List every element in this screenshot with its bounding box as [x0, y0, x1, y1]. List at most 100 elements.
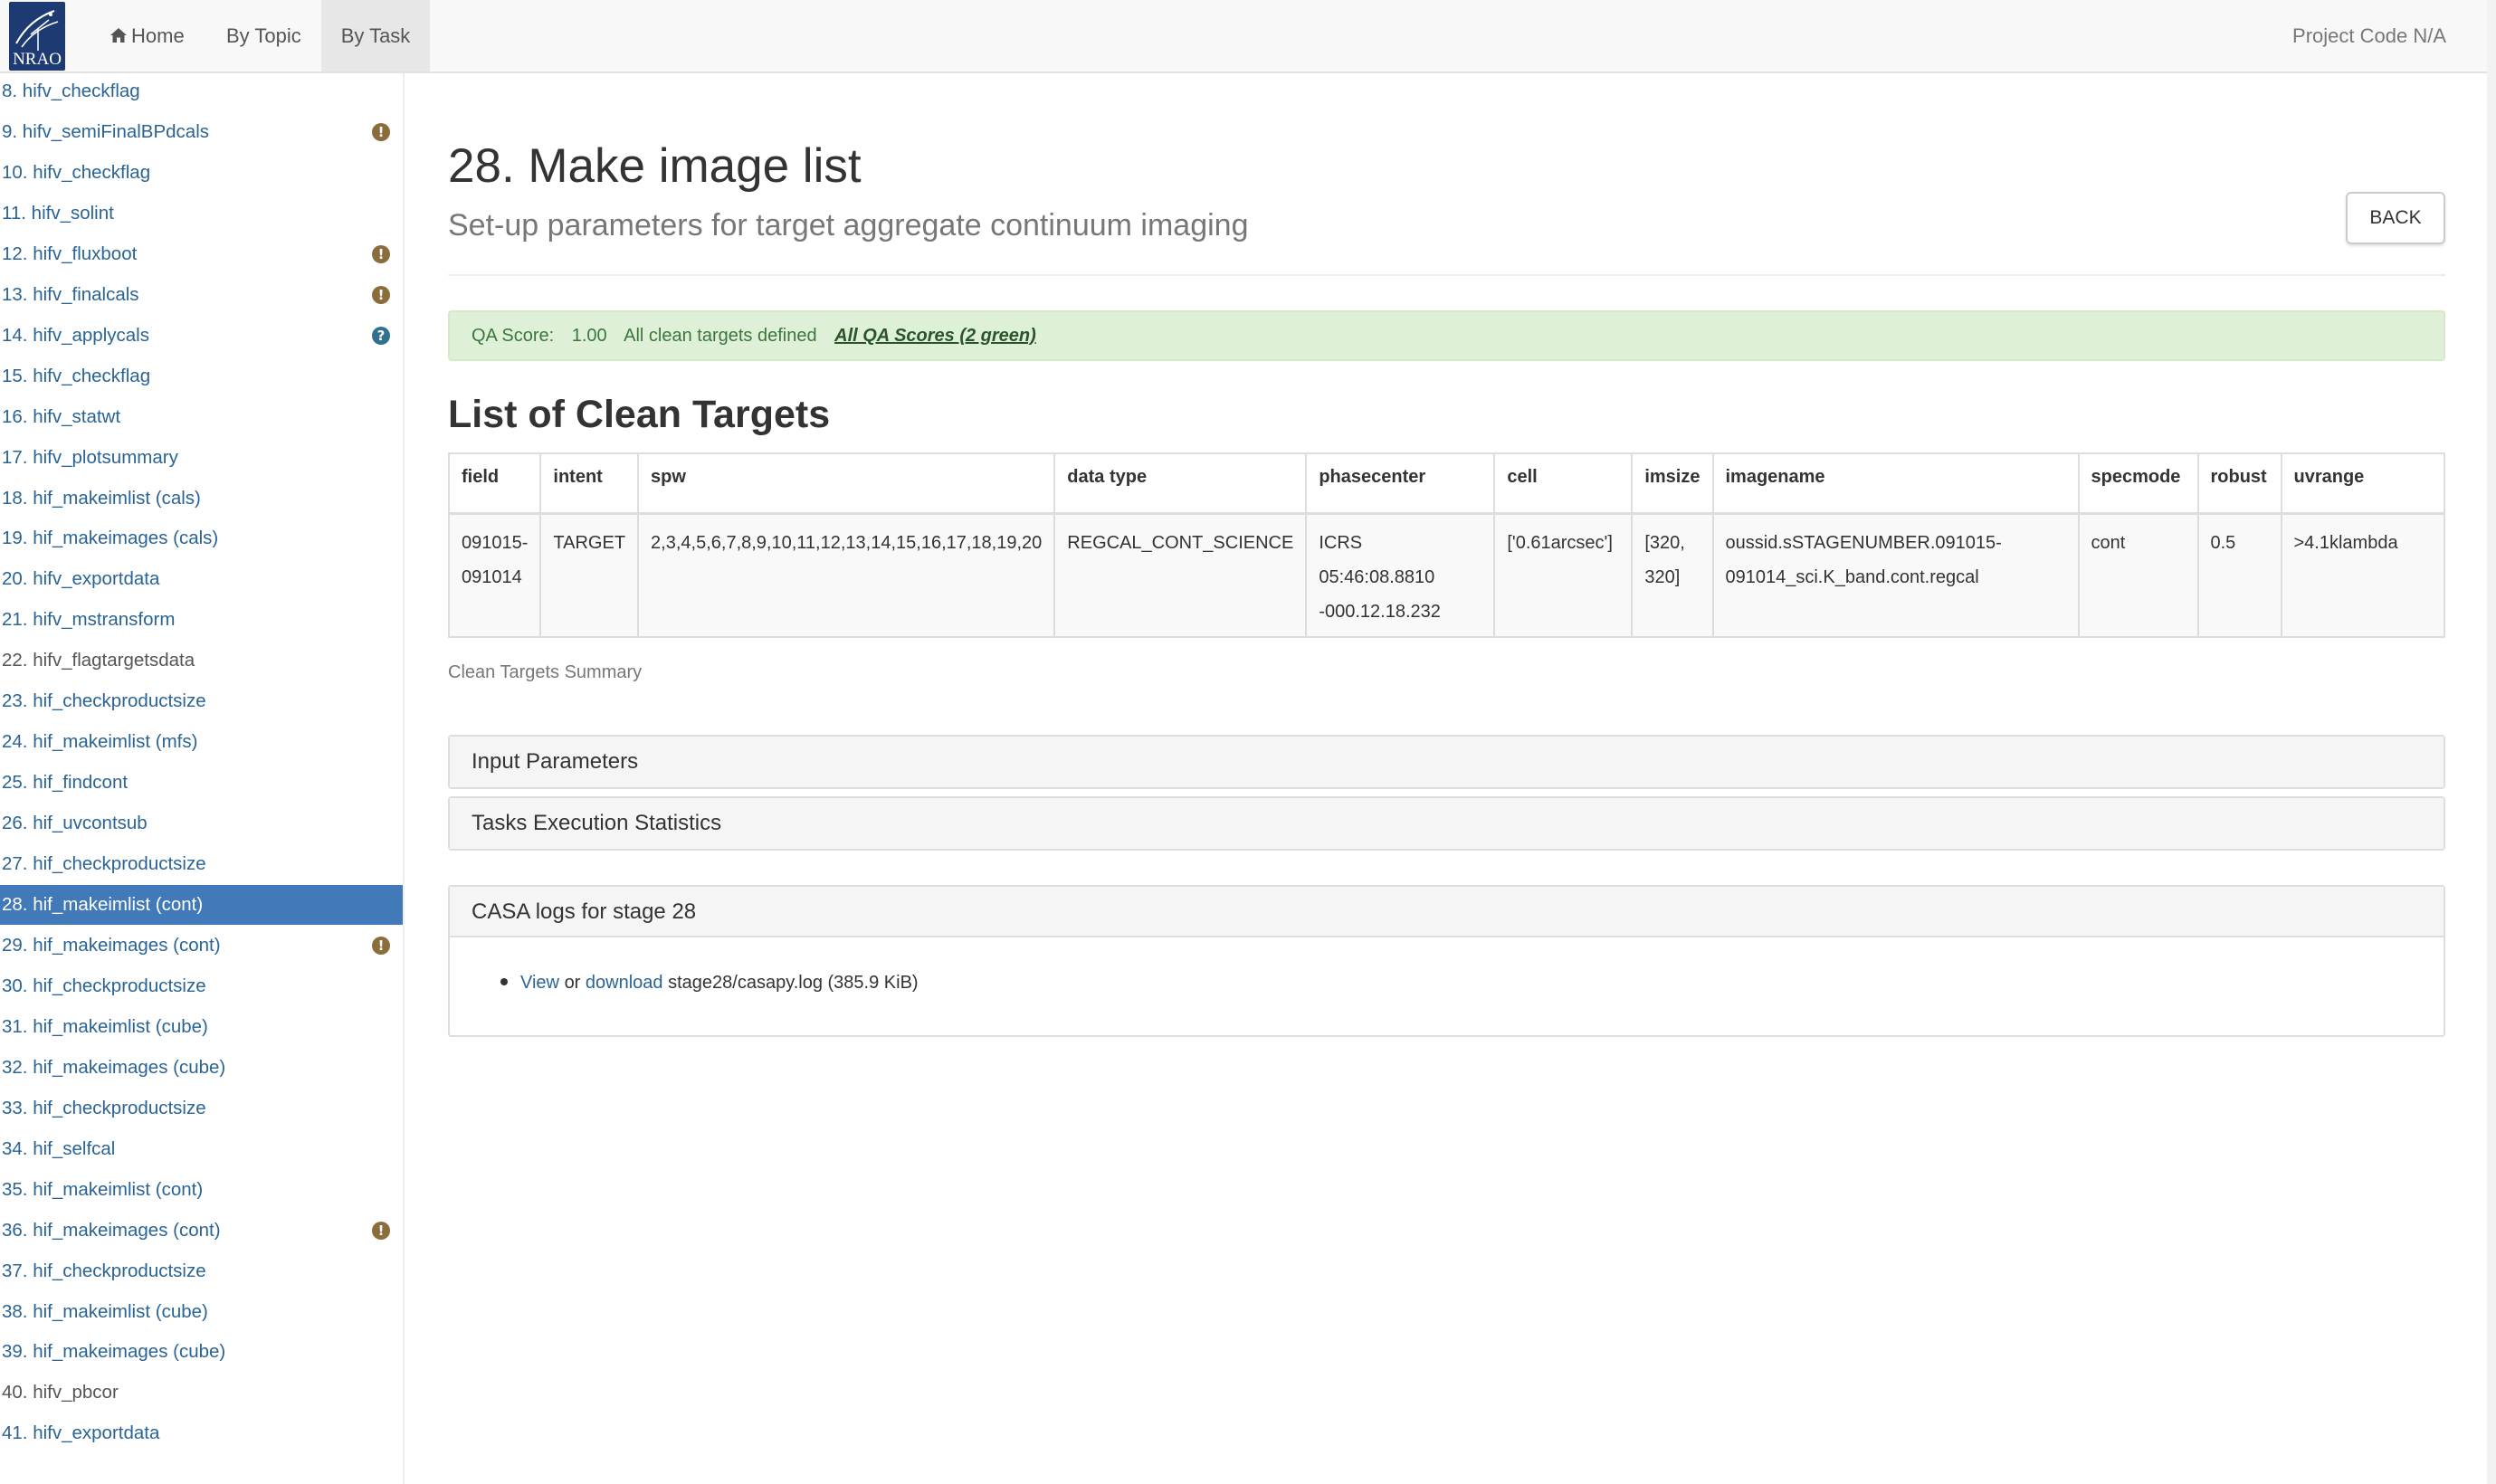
- exclamation-circle-icon: !: [372, 936, 390, 955]
- title-divider: [448, 274, 2445, 276]
- sidebar-item[interactable]: 35. hif_makeimlist (cont): [0, 1170, 403, 1210]
- bullet-icon: [500, 978, 508, 985]
- sidebar-item: 22. hifv_flagtargetsdata: [0, 641, 403, 680]
- sidebar-item[interactable]: 15. hifv_checkflag: [0, 357, 403, 396]
- cell-phasecenter: ICRS 05:46:08.8810 -000.12.18.232: [1305, 512, 1496, 638]
- sidebar-item[interactable]: 21. hifv_mstransform: [0, 600, 403, 640]
- sidebar-item-label: 10. hifv_checkflag: [2, 161, 151, 183]
- sidebar-nav: 8. hifv_checkflag 9. hifv_semiFinalBPdcal…: [0, 73, 405, 1484]
- sidebar-item[interactable]: 29. hif_makeimages (cont)!: [0, 926, 403, 966]
- sidebar-item[interactable]: 36. hif_makeimages (cont)!: [0, 1211, 403, 1251]
- cell-cell: ['0.61arcsec']: [1493, 512, 1634, 638]
- col-data-type: data type: [1053, 452, 1308, 515]
- sidebar-item-label: 23. hif_checkproductsize: [2, 690, 206, 712]
- view-log-link[interactable]: View: [520, 973, 559, 993]
- sidebar-item-label: 40. hifv_pbcor: [2, 1382, 119, 1403]
- sidebar-item[interactable]: 9. hifv_semiFinalBPdcals!: [0, 112, 403, 152]
- sidebar-item[interactable]: 33. hif_checkproductsize: [0, 1089, 403, 1128]
- main-content: 28. Make image list Set-up parameters fo…: [447, 73, 2445, 1431]
- sidebar-item-label: 29. hif_makeimages (cont): [2, 934, 221, 956]
- col-imagename: imagename: [1711, 452, 2080, 515]
- col-intent: intent: [539, 452, 640, 515]
- cell-specmode: cont: [2077, 512, 2199, 638]
- table-header-row: field intent spw data type phasecenter c…: [447, 452, 2445, 515]
- sidebar-item[interactable]: 31. hif_makeimlist (cube): [0, 1007, 403, 1047]
- nav-home-label: Home: [131, 24, 185, 47]
- sidebar-item[interactable]: 10. hifv_checkflag: [0, 153, 403, 193]
- nav-by-topic[interactable]: By Topic: [205, 0, 322, 71]
- sidebar-item[interactable]: 13. hifv_finalcals!: [0, 275, 403, 315]
- sidebar-item-label: 17. hifv_plotsummary: [2, 446, 178, 468]
- sidebar-item-label: 37. hif_checkproductsize: [2, 1260, 206, 1281]
- sidebar-item[interactable]: 19. hif_makeimages (cals): [0, 518, 403, 558]
- qa-message: All clean targets defined: [624, 326, 817, 346]
- execution-stats-heading[interactable]: Tasks Execution Statistics: [450, 798, 2444, 849]
- project-code: Project Code N/A: [2292, 24, 2446, 47]
- input-parameters-panel[interactable]: Input Parameters: [448, 735, 2445, 789]
- page-title: 28. Make image list: [448, 139, 862, 193]
- exclamation-circle-icon: !: [372, 244, 390, 263]
- sidebar-item[interactable]: 28. hif_makeimlist (cont): [0, 885, 403, 925]
- sidebar-item[interactable]: 41. hifv_exportdata: [0, 1413, 403, 1453]
- sidebar-item-label: 24. hif_makeimlist (mfs): [2, 731, 198, 753]
- sidebar-item[interactable]: 24. hif_makeimlist (mfs): [0, 722, 403, 762]
- sidebar-item[interactable]: 27. hif_checkproductsize: [0, 844, 403, 884]
- qa-score-label: QA Score:: [472, 326, 555, 346]
- sidebar-item[interactable]: 37. hif_checkproductsize: [0, 1251, 403, 1291]
- col-uvrange: uvrange: [2280, 452, 2445, 515]
- sidebar-item[interactable]: 34. hif_selfcal: [0, 1129, 403, 1169]
- sidebar-item[interactable]: 39. hif_makeimages (cube): [0, 1332, 403, 1372]
- sidebar-item[interactable]: 23. hif_checkproductsize: [0, 681, 403, 721]
- col-cell: cell: [1493, 452, 1634, 515]
- sidebar-item[interactable]: 26. hif_uvcontsub: [0, 804, 403, 843]
- nrao-logo[interactable]: NRAO: [9, 2, 65, 71]
- input-parameters-heading[interactable]: Input Parameters: [450, 737, 2444, 787]
- exclamation-circle-icon: !: [372, 1221, 390, 1240]
- table-row: 091015- 091014 TARGET 2,3,4,5,6,7,8,9,10,…: [447, 512, 2445, 638]
- col-spw: spw: [637, 452, 1056, 515]
- qa-score-alert: QA Score: 1.00 All clean targets defined…: [448, 310, 2445, 361]
- sidebar-item[interactable]: 16. hifv_statwt: [0, 397, 403, 437]
- sidebar-item-label: 36. hif_makeimages (cont): [2, 1219, 221, 1241]
- sidebar-item-label: 14. hifv_applycals: [2, 324, 149, 346]
- sidebar-item[interactable]: 12. hifv_fluxboot!: [0, 234, 403, 274]
- sidebar-item[interactable]: 18. hif_makeimlist (cals): [0, 479, 403, 518]
- qa-score-value: 1.00: [571, 326, 607, 346]
- sidebar-item-label: 13. hifv_finalcals: [2, 283, 139, 305]
- sidebar-item[interactable]: 32. hif_makeimages (cube): [0, 1048, 403, 1088]
- sidebar-item[interactable]: 20. hifv_exportdata: [0, 559, 403, 599]
- col-specmode: specmode: [2077, 452, 2199, 515]
- nav-home[interactable]: Home: [89, 0, 205, 71]
- sidebar-item[interactable]: 11. hifv_solint: [0, 194, 403, 233]
- nav-by-task[interactable]: By Task: [321, 0, 430, 71]
- download-log-link[interactable]: download: [586, 973, 663, 993]
- sidebar-item[interactable]: 38. hif_makeimlist (cube): [0, 1292, 403, 1332]
- sidebar-item-label: 25. hif_findcont: [2, 772, 129, 794]
- sidebar-item-label: 19. hif_makeimages (cals): [2, 528, 219, 549]
- casa-logs-panel: CASA logs for stage 28 View or download …: [448, 885, 2445, 1037]
- cell-imagename: oussid.sSTAGENUMBER.091015- 091014_sci.K_…: [1711, 512, 2080, 638]
- sidebar-item[interactable]: 25. hif_findcont: [0, 763, 403, 803]
- sidebar-item-label: 12. hifv_fluxboot: [2, 243, 138, 264]
- sidebar-item[interactable]: 17. hifv_plotsummary: [0, 438, 403, 478]
- sidebar-item-label: 26. hif_uvcontsub: [2, 813, 148, 834]
- section-title: List of Clean Targets: [448, 393, 831, 436]
- sidebar-item[interactable]: 30. hif_checkproductsize: [0, 966, 403, 1006]
- back-button[interactable]: BACK: [2346, 192, 2445, 244]
- cell-intent: TARGET: [539, 512, 640, 638]
- cell-spw: 2,3,4,5,6,7,8,9,10,11,12,13,14,15,16,17,…: [637, 512, 1056, 638]
- sidebar-item[interactable]: 14. hifv_applycals?: [0, 316, 403, 356]
- top-navbar: NRAO Home By Topic By Task Project Code …: [0, 0, 2487, 73]
- exclamation-circle-icon: !: [372, 122, 390, 141]
- clean-targets-table: field intent spw data type phasecenter c…: [447, 452, 2445, 638]
- log-file-name: stage28/casapy.log (385.9 KiB): [668, 973, 919, 993]
- question-circle-icon: ?: [372, 326, 390, 345]
- col-imsize: imsize: [1631, 452, 1714, 515]
- execution-stats-panel[interactable]: Tasks Execution Statistics: [448, 796, 2445, 851]
- all-qa-scores-link[interactable]: All QA Scores (2 green): [834, 326, 1036, 346]
- page-subtitle: Set-up parameters for target aggregate c…: [448, 208, 1249, 243]
- sidebar-item-label: 27. hif_checkproductsize: [2, 853, 206, 875]
- sidebar-item-label: 21. hifv_mstransform: [2, 609, 176, 631]
- sidebar-item[interactable]: 8. hifv_checkflag: [0, 73, 403, 111]
- logo-text: NRAO: [13, 50, 62, 69]
